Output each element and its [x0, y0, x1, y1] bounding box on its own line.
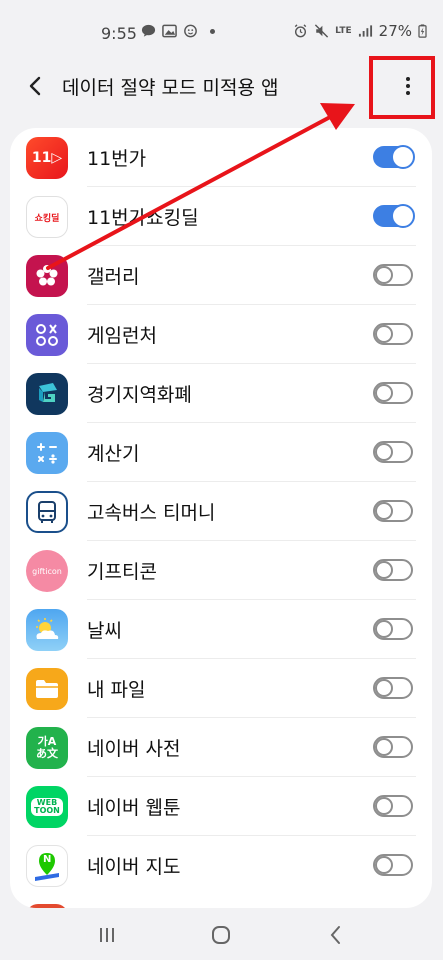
- mute-icon: [314, 24, 329, 38]
- app-label: 고속버스 티머니: [87, 502, 216, 524]
- app-icon-gifticon: gifticon: [26, 550, 68, 592]
- app-label: 내 파일: [87, 679, 146, 701]
- toggle-switch[interactable]: [373, 204, 415, 228]
- more-notifications-icon: [210, 28, 215, 34]
- recent-apps-icon: [100, 928, 114, 942]
- status-time: 9:55: [101, 24, 137, 43]
- list-item[interactable]: 게임런처: [10, 305, 432, 364]
- list-item[interactable]: gifticon 기프티콘: [10, 541, 432, 600]
- app-label: 날씨: [87, 620, 122, 642]
- signal-icon: [358, 25, 372, 37]
- app-icon-gyeonggi-currency: [26, 373, 68, 415]
- app-label: 경기지역화폐: [87, 384, 192, 406]
- recent-apps-button[interactable]: [93, 922, 121, 948]
- toggle-switch[interactable]: [373, 382, 413, 404]
- app-icon-weather: [26, 609, 68, 651]
- network-type: LTE: [335, 26, 352, 36]
- list-item[interactable]: 가A あ文 네이버 사전: [10, 718, 432, 777]
- app-bar: 데이터 절약 모드 미적용 앱: [0, 58, 443, 114]
- app-label: 기프티콘: [87, 561, 157, 583]
- list-item[interactable]: 내 파일: [10, 659, 432, 718]
- app-icon-naver-webtoon: WEB TOON: [26, 786, 68, 828]
- toggle-switch[interactable]: [373, 854, 413, 876]
- app-icon-my-files: [26, 668, 68, 710]
- app-icon-shocking-deal: 쇼킹딜: [26, 196, 68, 238]
- app-label: 네이버 웹툰: [87, 797, 181, 819]
- alarm-icon: [294, 24, 307, 38]
- list-item[interactable]: 11 ▷ 11번가: [10, 128, 432, 187]
- home-button[interactable]: [207, 922, 235, 948]
- toggle-switch[interactable]: [373, 736, 413, 758]
- toggle-switch[interactable]: [373, 145, 415, 169]
- app-icon-express-bus-tmoney: [26, 491, 68, 533]
- g-logo-icon: [39, 383, 57, 402]
- app-label: 11번가쇼킹딜: [87, 207, 199, 229]
- more-vertical-icon: [406, 77, 410, 81]
- toggle-switch[interactable]: [373, 500, 413, 522]
- list-item[interactable]: N 네이버 지도: [10, 836, 432, 895]
- app-label: 계산기: [87, 443, 140, 465]
- list-item[interactable]: 날씨: [10, 600, 432, 659]
- battery-charging-icon: [418, 24, 427, 38]
- sun-cloud-icon: [36, 618, 59, 639]
- list-item[interactable]: 경기지역화폐: [10, 364, 432, 423]
- toggle-switch[interactable]: [373, 795, 413, 817]
- chat-notification-icon: [141, 24, 156, 37]
- toggle-switch[interactable]: [373, 323, 413, 345]
- status-bar: 9:55 LTE 27%: [0, 0, 443, 58]
- toggle-switch[interactable]: [373, 559, 413, 581]
- folder-icon: [36, 680, 58, 698]
- list-item[interactable]: WEB TOON 네이버 웹툰: [10, 777, 432, 836]
- app-label: 갤러리: [87, 266, 140, 288]
- back-button[interactable]: [24, 72, 48, 100]
- toggle-switch[interactable]: [373, 618, 413, 640]
- game-symbols-icon: [36, 324, 58, 346]
- image-notification-icon: [162, 24, 177, 38]
- battery-percentage: 27%: [378, 22, 412, 40]
- page-title: 데이터 절약 모드 미적용 앱: [62, 77, 279, 99]
- app-icon-11st: 11 ▷: [26, 137, 68, 179]
- flower-icon: [36, 265, 58, 286]
- app-icon-naver-map: N: [26, 845, 68, 887]
- toggle-switch[interactable]: [373, 264, 413, 286]
- app-label: 11번가: [87, 148, 147, 170]
- list-item[interactable]: 고속버스 티머니: [10, 482, 432, 541]
- app-label: 네이버 지도: [87, 856, 181, 878]
- app-icon-game-launcher: [26, 314, 68, 356]
- toggle-switch[interactable]: [373, 677, 413, 699]
- list-item[interactable]: [10, 895, 432, 908]
- list-item[interactable]: 갤러리: [10, 246, 432, 305]
- nav-back-button[interactable]: [322, 922, 350, 948]
- navigation-bar: [0, 908, 443, 960]
- calculator-icon: [37, 443, 57, 464]
- app-icon-naver-dictionary: 가A あ文: [26, 727, 68, 769]
- toggle-switch[interactable]: [373, 441, 413, 463]
- app-icon-gallery: [26, 255, 68, 297]
- list-item[interactable]: 쇼킹딜 11번가쇼킹딜: [10, 187, 432, 246]
- more-options-button[interactable]: [394, 70, 422, 102]
- bus-icon: [38, 501, 56, 523]
- app-label: 게임런처: [87, 325, 157, 347]
- home-icon: [212, 926, 230, 944]
- app-list: 11 ▷ 11번가 쇼킹딜 11번가쇼킹딜 갤러리 게임런처 경기지역화폐 계산…: [10, 128, 432, 908]
- app-icon-calculator: [26, 432, 68, 474]
- chevron-left-icon: [29, 76, 41, 96]
- back-arrow-icon: [330, 926, 340, 944]
- face-notification-icon: [184, 24, 197, 38]
- list-item[interactable]: 계산기: [10, 423, 432, 482]
- app-label: 네이버 사전: [87, 738, 181, 760]
